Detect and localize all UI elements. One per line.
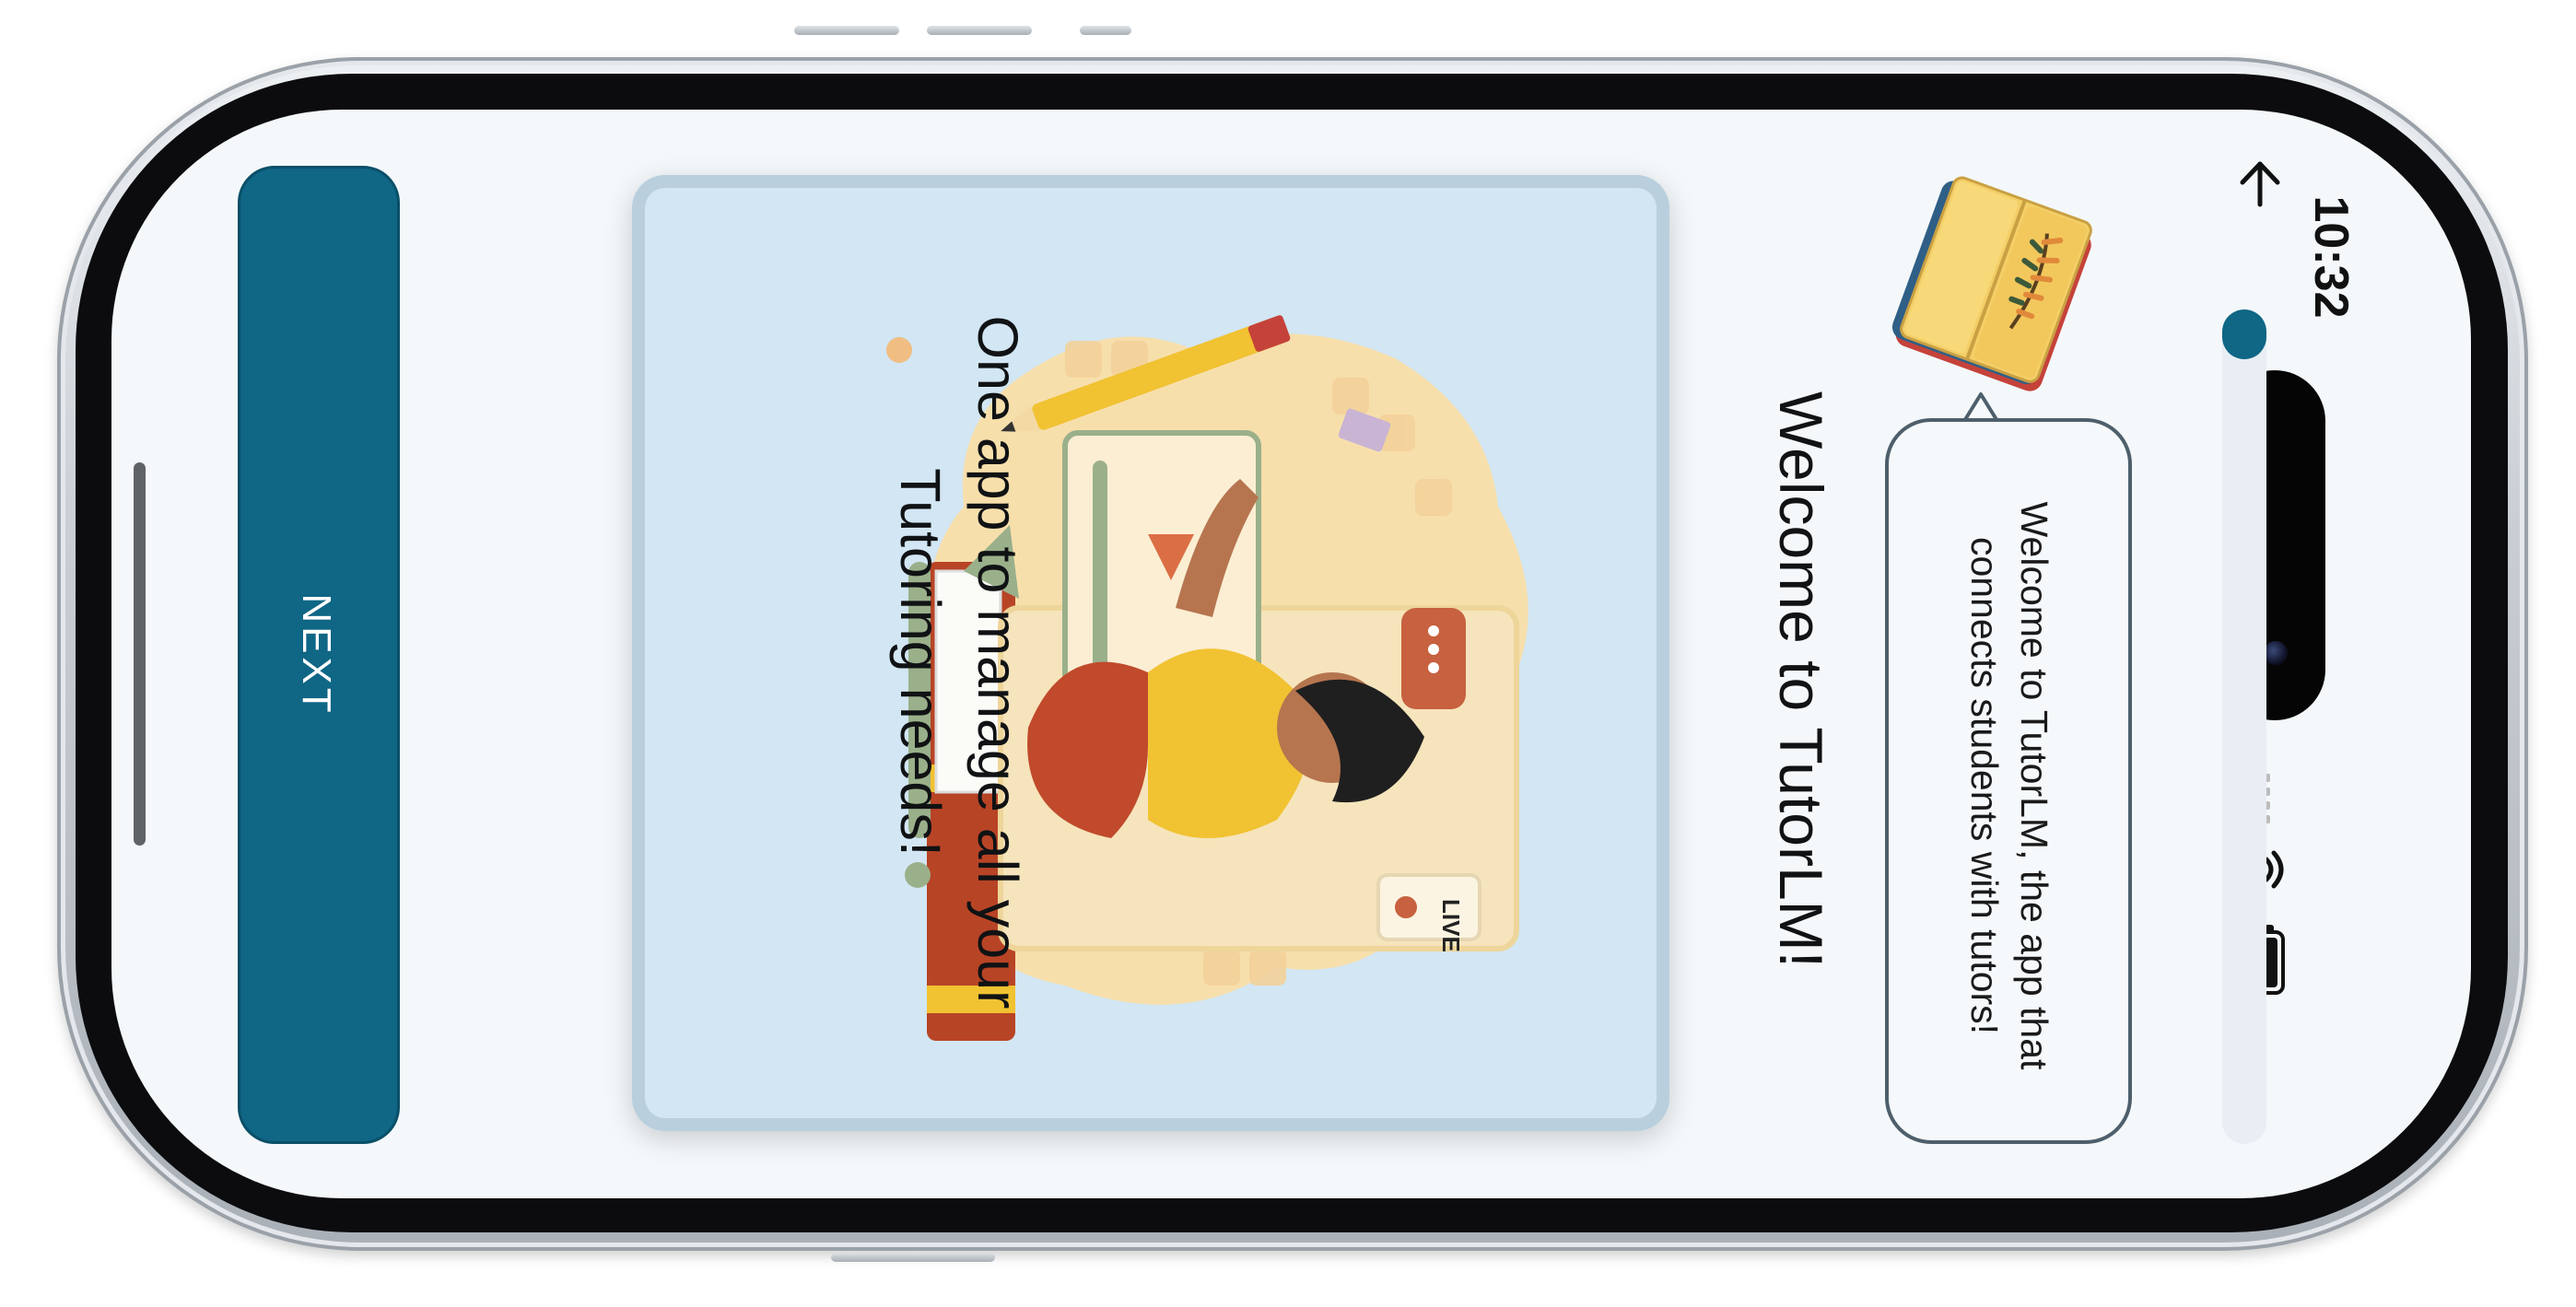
power-button	[831, 1253, 995, 1262]
action-button	[1080, 26, 1131, 35]
page-title: Welcome to TutorLM!	[1767, 391, 1835, 968]
open-book-icon	[1891, 176, 2092, 391]
progress-fill	[2222, 309, 2266, 360]
illustration-card: LIVE One app to manage all your Tutoring…	[632, 175, 1669, 1131]
live-badge-text: LIVE	[1437, 899, 1465, 952]
card-caption: One app to manage all your Tutoring need…	[889, 315, 1029, 1009]
back-button[interactable]	[2233, 157, 2287, 210]
next-button-label: NEXT	[294, 593, 339, 717]
tutoring-illustration: LIVE	[886, 315, 1528, 1041]
volume-button	[794, 26, 899, 35]
arrow-up-icon	[2240, 161, 2280, 207]
next-button[interactable]: NEXT	[238, 166, 400, 1144]
status-time: 10:32	[2304, 195, 2358, 319]
volume-button	[927, 26, 1032, 35]
progress-bar	[2222, 309, 2266, 1144]
home-indicator[interactable]	[134, 462, 146, 846]
camera-icon	[2264, 641, 2288, 665]
speech-bubble-text: Welcome to TutorLM, the app that connect…	[1963, 501, 2055, 1070]
